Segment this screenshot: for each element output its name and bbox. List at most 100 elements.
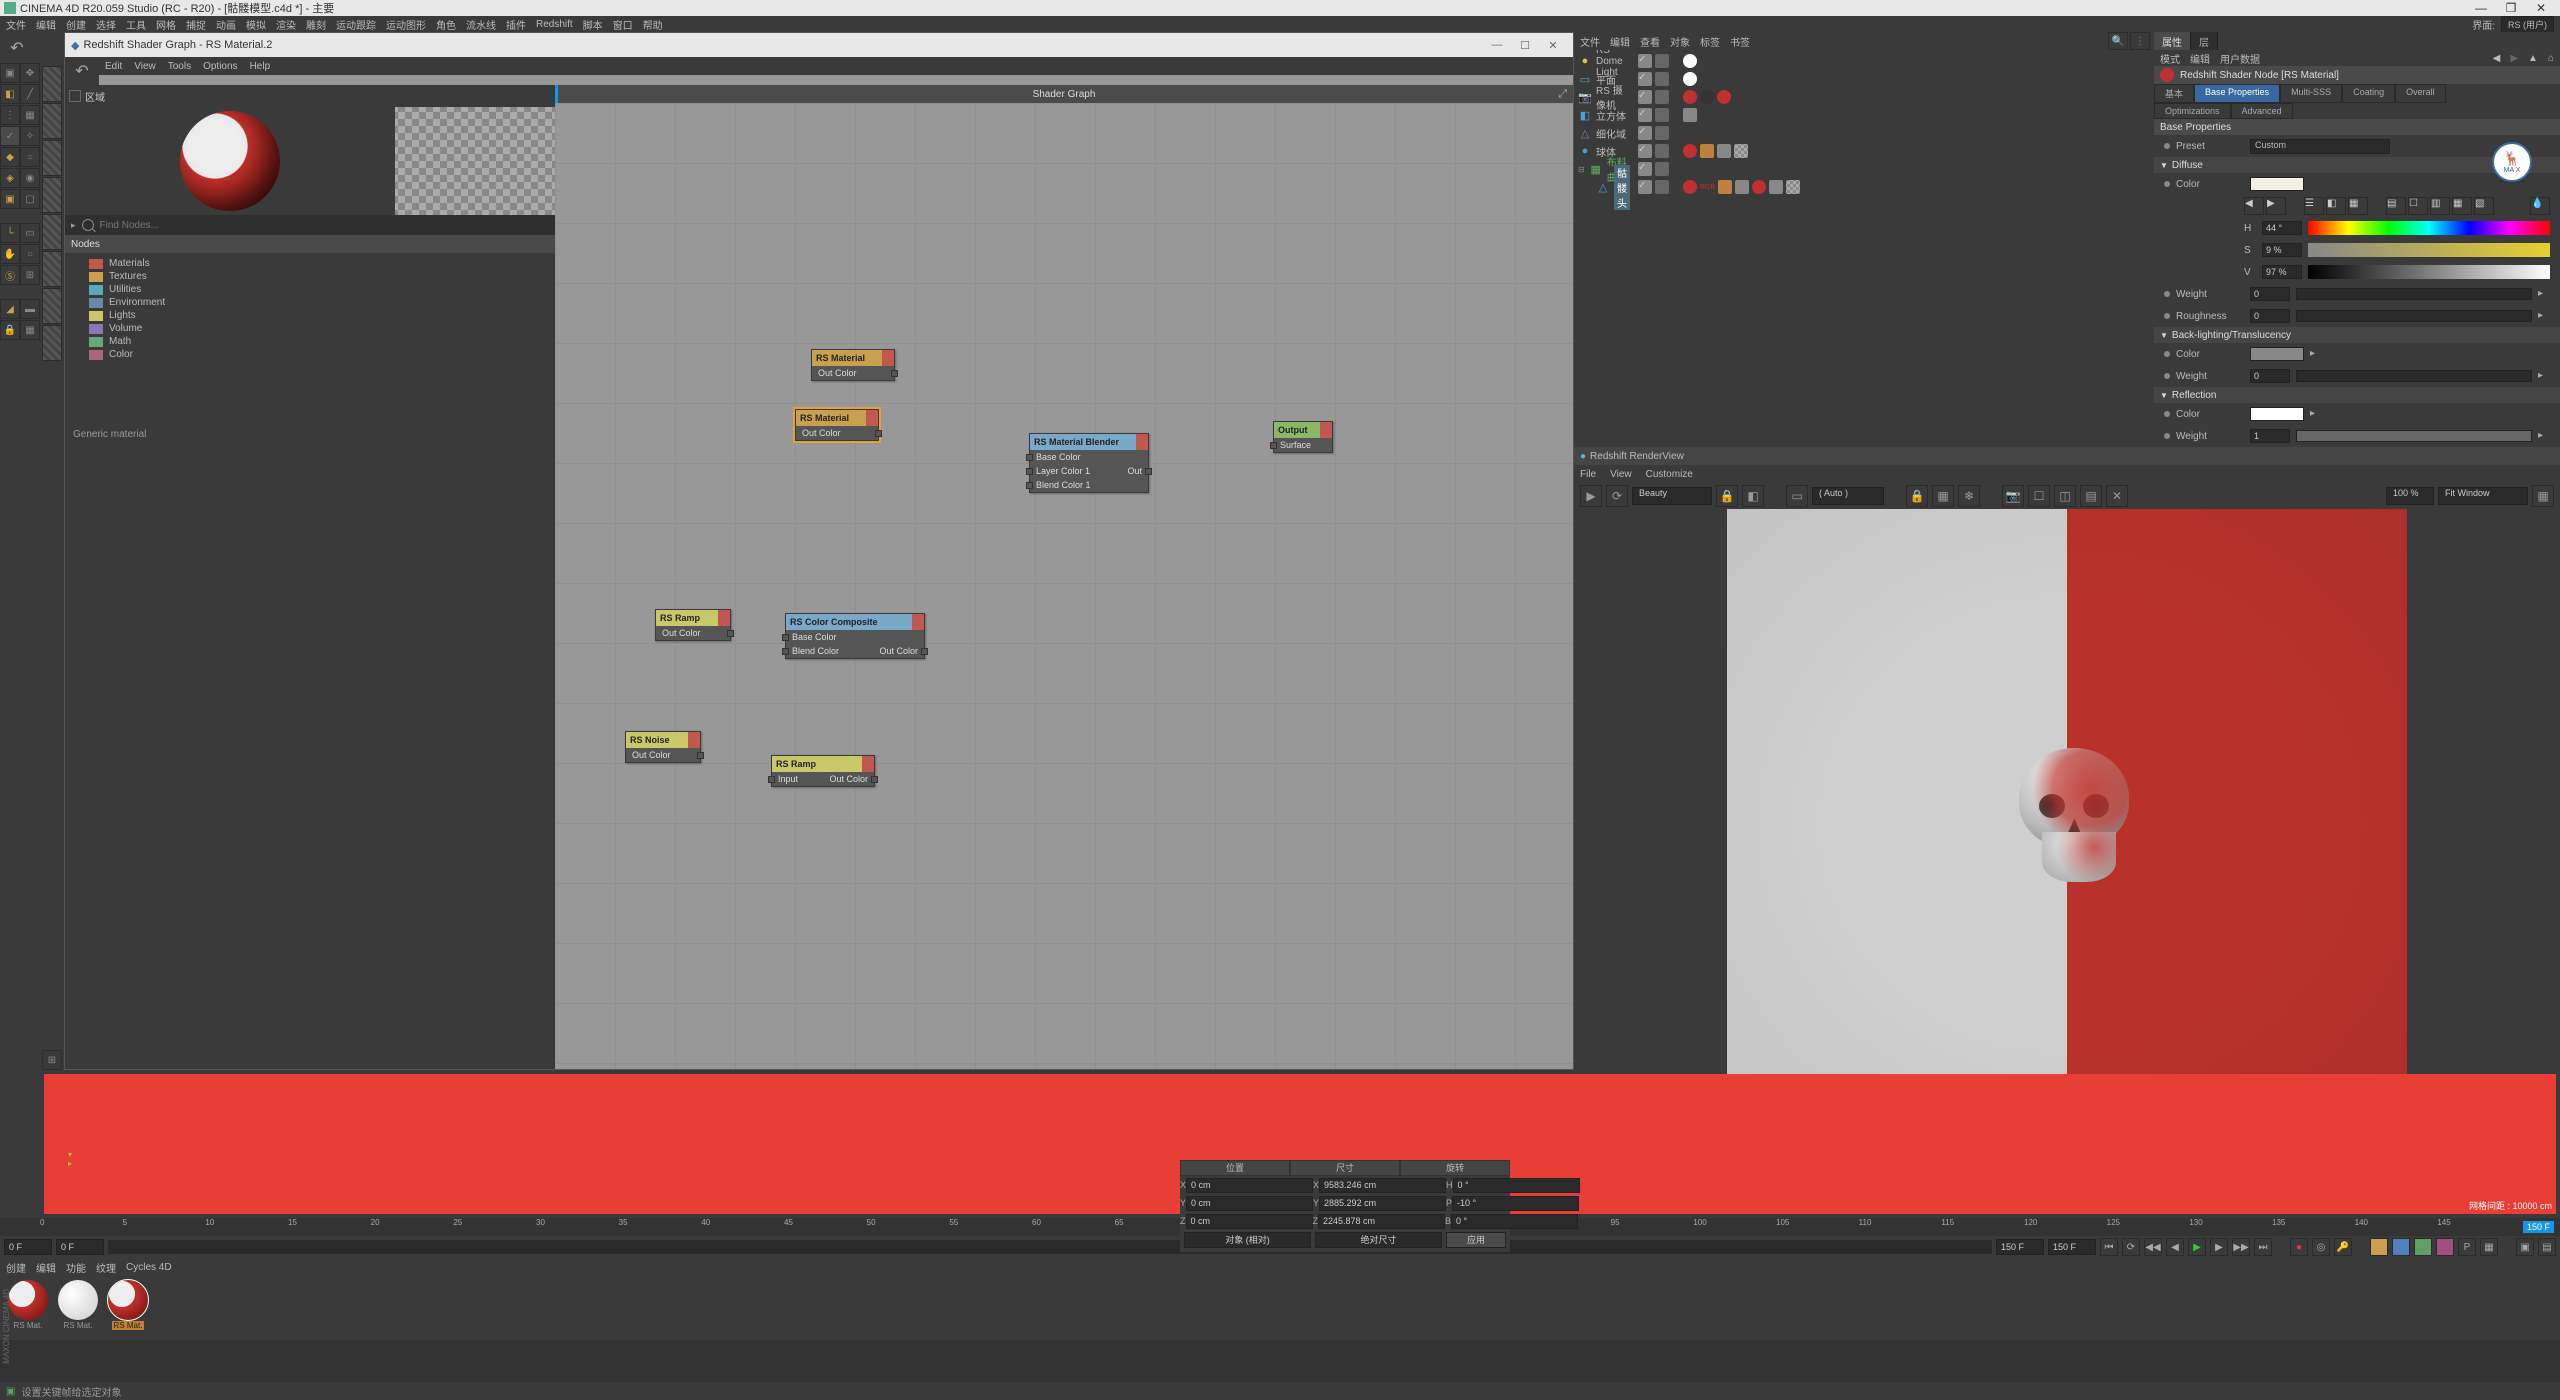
menu-item[interactable]: 插件 — [506, 17, 526, 32]
tool-point[interactable]: ⋮ — [0, 105, 20, 125]
grid-icon[interactable]: ▦ — [1932, 485, 1954, 507]
colorbtn[interactable]: ◧ — [2326, 197, 2346, 215]
opt-b[interactable] — [2392, 1238, 2410, 1256]
weight-input[interactable] — [2250, 287, 2290, 301]
size-x[interactable] — [1319, 1178, 1446, 1193]
obj-menu-item[interactable]: 标签 — [1700, 34, 1720, 49]
nav-back-icon[interactable]: ◀ — [2493, 53, 2501, 64]
menu-item[interactable]: 网格 — [156, 17, 176, 32]
subtab[interactable]: Optimizations — [2154, 103, 2231, 119]
menu-item[interactable]: 文件 — [6, 17, 26, 32]
preset-dropdown[interactable]: Custom — [2250, 139, 2390, 154]
pos-x[interactable] — [1186, 1178, 1313, 1193]
node-category[interactable]: Textures — [73, 270, 547, 283]
tool-f[interactable]: ▢ — [20, 189, 40, 209]
tool-axis[interactable]: ✧ — [20, 126, 40, 146]
tool-i[interactable]: ⊞ — [20, 265, 40, 285]
obj-search-icon[interactable]: 🔍 — [2108, 32, 2128, 50]
colorbtn[interactable]: ☐ — [2408, 197, 2428, 215]
node-category[interactable]: Materials — [73, 257, 547, 270]
rv-tool[interactable]: ◧ — [1742, 485, 1764, 507]
render-pass-dropdown[interactable]: Beauty — [1632, 487, 1712, 505]
rv-menu-item[interactable]: View — [1610, 469, 1632, 480]
record-button[interactable]: ● — [2290, 1238, 2308, 1256]
diffuse-header[interactable]: Diffuse — [2172, 160, 2203, 171]
rv-menu-item[interactable]: File — [1580, 469, 1596, 480]
rough-slider[interactable] — [2296, 310, 2532, 322]
texture-slot[interactable] — [42, 140, 62, 176]
shader-minimize[interactable]: — — [1483, 39, 1511, 51]
subtab[interactable]: Base Properties — [2194, 84, 2280, 103]
shader-menu-item[interactable]: View — [134, 61, 156, 72]
node-category[interactable]: Lights — [73, 309, 547, 322]
snowflake-icon[interactable]: ❄ — [1958, 485, 1980, 507]
colorbtn[interactable]: ▤ — [2386, 197, 2406, 215]
attrib-tab[interactable]: 属性 — [2154, 32, 2191, 50]
node-rs-ramp[interactable]: RS Ramp Out Color — [655, 609, 731, 641]
tool-c[interactable]: ◈ — [0, 168, 20, 188]
sat-input[interactable] — [2262, 243, 2302, 257]
node-rs-material[interactable]: RS Material Out Color — [795, 409, 879, 441]
size-mode-dropdown[interactable]: 绝对尺寸 — [1315, 1232, 1442, 1248]
val-input[interactable] — [2262, 265, 2302, 279]
refl-weight-input[interactable] — [2250, 429, 2290, 443]
menu-item[interactable]: 雕刻 — [306, 17, 326, 32]
next-key-button[interactable]: ▶▶ — [2232, 1238, 2250, 1256]
val-slider[interactable] — [2308, 265, 2550, 279]
rv-tool[interactable]: ◫ — [2054, 485, 2076, 507]
goto-end-button[interactable]: ⏭ — [2254, 1238, 2272, 1256]
bl-weight-input[interactable] — [2250, 369, 2290, 383]
subtab[interactable]: Advanced — [2231, 103, 2293, 119]
obj-menu-item[interactable]: 编辑 — [1610, 34, 1630, 49]
minimize-button[interactable]: — — [2466, 1, 2496, 15]
end-frame-a-input[interactable] — [1996, 1239, 2044, 1255]
texture-slot[interactable] — [42, 288, 62, 324]
eyedropper-icon[interactable]: 💧 — [2530, 197, 2550, 215]
key-button[interactable]: 🔑 — [2334, 1238, 2352, 1256]
tool-a[interactable]: ◆ — [0, 147, 20, 167]
colorbtn[interactable]: ☰ — [2304, 197, 2324, 215]
texture-slot[interactable] — [42, 66, 62, 102]
object-item[interactable]: ◧立方体 — [1578, 106, 1630, 124]
node-category[interactable]: Color — [73, 348, 547, 361]
backlight-header[interactable]: Back-lighting/Translucency — [2172, 330, 2291, 341]
layout-dropdown[interactable]: RS (用户) — [2501, 16, 2554, 33]
bl-weight-slider[interactable] — [2296, 370, 2532, 382]
rot-h[interactable] — [1453, 1178, 1580, 1193]
colorbtn[interactable]: ▶ — [2266, 197, 2286, 215]
object-item[interactable]: ●RS Dome Light — [1578, 52, 1630, 70]
pos-y[interactable] — [1186, 1196, 1313, 1211]
node-category[interactable]: Environment — [73, 296, 547, 309]
rot-p[interactable] — [1452, 1196, 1579, 1211]
tool-l[interactable]: ▦ — [20, 320, 40, 340]
node-category[interactable]: Volume — [73, 322, 547, 335]
colorbtn[interactable]: ▧ — [2474, 197, 2494, 215]
object-item[interactable]: △骷髅头 — [1578, 178, 1630, 196]
rv-tool[interactable]: ☐ — [2028, 485, 2050, 507]
texture-slot[interactable] — [42, 251, 62, 287]
menu-item[interactable]: 渲染 — [276, 17, 296, 32]
tool-b[interactable]: ○ — [20, 147, 40, 167]
tool-move[interactable]: ✥ — [20, 63, 40, 83]
tool-live-select[interactable]: ▣ — [0, 63, 20, 83]
bl-color-swatch[interactable] — [2250, 347, 2304, 361]
lock-icon[interactable]: 🔒 — [1906, 485, 1928, 507]
texture-slot[interactable] — [42, 214, 62, 250]
node-rs-material[interactable]: RS Material Out Color — [811, 349, 895, 381]
zoom-input[interactable]: 100 % — [2386, 487, 2434, 505]
link-icon[interactable]: ▸ — [2538, 288, 2550, 300]
link-icon[interactable]: ▸ — [2310, 348, 2322, 360]
menu-item[interactable]: 工具 — [126, 17, 146, 32]
mat-menu-item[interactable]: 纹理 — [96, 1260, 116, 1275]
loop-button[interactable]: ⟳ — [2122, 1238, 2140, 1256]
object-tags[interactable]: ✓ ✓ ✓ ✓ ✓ ✓ ✓ ✓RGB — [1634, 50, 2154, 262]
expand-icon[interactable]: ⤢ — [1558, 88, 1567, 101]
link-icon[interactable]: ▸ — [2538, 370, 2550, 382]
menu-item[interactable]: 编辑 — [36, 17, 56, 32]
tool-poly[interactable]: ▦ — [20, 105, 40, 125]
start-frame-input[interactable] — [4, 1239, 52, 1255]
opt-a[interactable] — [2370, 1238, 2388, 1256]
end-frame-b-input[interactable] — [2048, 1239, 2096, 1255]
opt-c[interactable] — [2414, 1238, 2432, 1256]
menu-item[interactable]: 流水线 — [466, 17, 496, 32]
